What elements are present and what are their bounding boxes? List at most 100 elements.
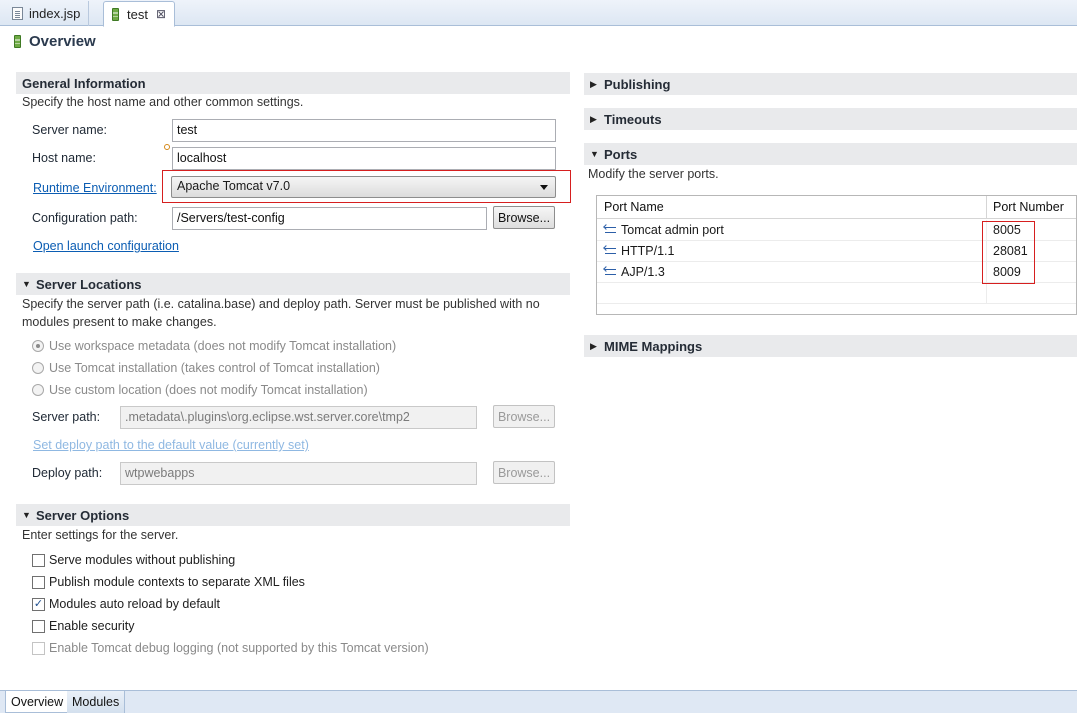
browse-server-path-button[interactable]: Browse... (493, 405, 555, 428)
configuration-path-input[interactable]: /Servers/test-config (172, 207, 487, 230)
collapsed-triangle-icon: ▶ (590, 340, 597, 351)
checkbox-serve-without-publishing[interactable]: Serve modules without publishing (32, 553, 235, 567)
server-name-input[interactable]: test (172, 119, 556, 142)
radio-workspace-metadata[interactable]: Use workspace metadata (does not modify … (32, 339, 396, 353)
host-name-label: Host name: (32, 151, 96, 165)
server-name-label: Server name: (32, 123, 108, 137)
editor-tab-bar: index.jsp test ⊠ (0, 0, 1077, 27)
file-icon (12, 7, 23, 20)
deploy-path-label: Deploy path: (32, 466, 103, 480)
checkbox-box (32, 641, 45, 655)
ports-table: Port Name Port Number Tomcat admin port … (596, 195, 1077, 315)
section-timeouts[interactable]: ▶ Timeouts (584, 108, 1077, 130)
section-publishing[interactable]: ▶ Publishing (584, 73, 1077, 95)
browse-deploy-path-button[interactable]: Browse... (493, 461, 555, 484)
radio-tomcat-installation[interactable]: Use Tomcat installation (takes control o… (32, 361, 380, 375)
column-separator (986, 241, 987, 262)
expanded-triangle-icon: ▼ (22, 510, 31, 520)
section-title: Ports (604, 146, 638, 162)
runtime-environment-select[interactable]: Apache Tomcat v7.0 (171, 176, 556, 198)
set-deploy-path-link[interactable]: Set deploy path to the default value (cu… (33, 438, 309, 452)
port-name-cell: Tomcat admin port (604, 223, 724, 237)
checkbox-label: Enable security (49, 619, 135, 633)
server-icon (112, 7, 119, 21)
expanded-triangle-icon: ▼ (22, 279, 31, 289)
radio-label: Use custom location (does not modify Tom… (49, 383, 368, 397)
tab-label: index.jsp (29, 6, 81, 21)
configuration-path-label: Configuration path: (32, 211, 138, 225)
deploy-path-input[interactable]: wtpwebapps (120, 462, 477, 485)
info-decorator-icon (164, 144, 170, 150)
checkbox-label: Modules auto reload by default (49, 597, 220, 611)
runtime-selected-value: Apache Tomcat v7.0 (177, 179, 291, 193)
section-ports[interactable]: ▼ Ports (584, 143, 1077, 165)
checkmark-icon: ✓ (32, 597, 45, 611)
locations-description-1: Specify the server path (i.e. catalina.b… (22, 297, 540, 311)
column-separator (986, 220, 987, 241)
section-general-information[interactable]: General Information (16, 72, 570, 94)
server-path-label: Server path: (32, 410, 101, 424)
section-server-options[interactable]: ▼ Server Options (16, 504, 570, 526)
tab-overview[interactable]: Overview (5, 691, 70, 713)
tab-test[interactable]: test ⊠ (103, 1, 176, 27)
table-row-empty (597, 283, 1076, 304)
column-separator (986, 262, 987, 283)
page-title-text: Overview (29, 33, 96, 50)
collapsed-triangle-icon: ▶ (590, 113, 597, 124)
section-title: MIME Mappings (604, 338, 703, 354)
ports-table-header: Port Name Port Number (597, 196, 1076, 219)
checkbox-auto-reload[interactable]: ✓ Modules auto reload by default (32, 597, 220, 611)
radio-label: Use workspace metadata (does not modify … (49, 339, 397, 353)
radio-indicator (32, 384, 44, 396)
checkbox-box (32, 553, 45, 567)
port-number-cell[interactable]: 8005 (993, 223, 1021, 237)
checkbox-debug-logging[interactable]: Enable Tomcat debug logging (not support… (32, 641, 429, 655)
checkbox-box (32, 619, 45, 633)
port-name-cell: AJP/1.3 (604, 265, 665, 279)
column-header-port-name[interactable]: Port Name (604, 200, 664, 214)
expanded-triangle-icon: ▼ (590, 149, 599, 159)
section-title: Timeouts (604, 111, 662, 127)
port-name: AJP/1.3 (621, 265, 665, 279)
collapsed-triangle-icon: ▶ (590, 78, 597, 89)
section-server-locations[interactable]: ▼ Server Locations (16, 273, 570, 295)
browse-config-button[interactable]: Browse... (493, 206, 555, 229)
close-icon[interactable]: ⊠ (156, 7, 166, 21)
checkbox-box (32, 575, 45, 589)
locations-description-2: modules present to make changes. (22, 315, 217, 329)
column-header-port-number[interactable]: Port Number (993, 200, 1064, 214)
tab-modules[interactable]: Modules (67, 691, 126, 713)
server-icon (14, 35, 21, 48)
port-number-cell[interactable]: 8009 (993, 265, 1021, 279)
open-launch-configuration-link[interactable]: Open launch configuration (33, 239, 179, 253)
port-number-cell[interactable]: 28081 (993, 244, 1028, 258)
port-name: Tomcat admin port (621, 223, 724, 237)
server-path-input[interactable]: .metadata\.plugins\org.eclipse.wst.serve… (120, 406, 477, 429)
column-separator (986, 196, 987, 219)
table-row[interactable]: AJP/1.3 8009 (597, 262, 1076, 283)
runtime-environment-link[interactable]: Runtime Environment: (33, 181, 157, 195)
table-row[interactable]: HTTP/1.1 28081 (597, 241, 1076, 262)
column-separator (986, 283, 987, 304)
radio-indicator (32, 362, 44, 374)
page-tab-bar: Overview Modules (0, 690, 1077, 713)
options-description: Enter settings for the server. (22, 528, 179, 542)
table-row[interactable]: Tomcat admin port 8005 (597, 220, 1076, 241)
checkbox-separate-xml[interactable]: Publish module contexts to separate XML … (32, 575, 305, 589)
checkbox-label: Enable Tomcat debug logging (not support… (49, 641, 429, 655)
port-name: HTTP/1.1 (621, 244, 675, 258)
port-icon (604, 225, 618, 236)
checkbox-enable-security[interactable]: Enable security (32, 619, 134, 633)
page-title: Overview (14, 33, 96, 50)
radio-custom-location[interactable]: Use custom location (does not modify Tom… (32, 383, 368, 397)
section-mime-mappings[interactable]: ▶ MIME Mappings (584, 335, 1077, 357)
section-title: General Information (22, 75, 146, 91)
host-name-input[interactable]: localhost (172, 147, 556, 170)
port-name-cell: HTTP/1.1 (604, 244, 675, 258)
section-title: Server Options (36, 507, 130, 523)
tab-index-jsp[interactable]: index.jsp (4, 1, 90, 26)
port-icon (604, 267, 618, 278)
chevron-down-icon (540, 185, 548, 190)
checkbox-label: Serve modules without publishing (49, 553, 236, 567)
checkbox-label: Publish module contexts to separate XML … (49, 575, 305, 589)
